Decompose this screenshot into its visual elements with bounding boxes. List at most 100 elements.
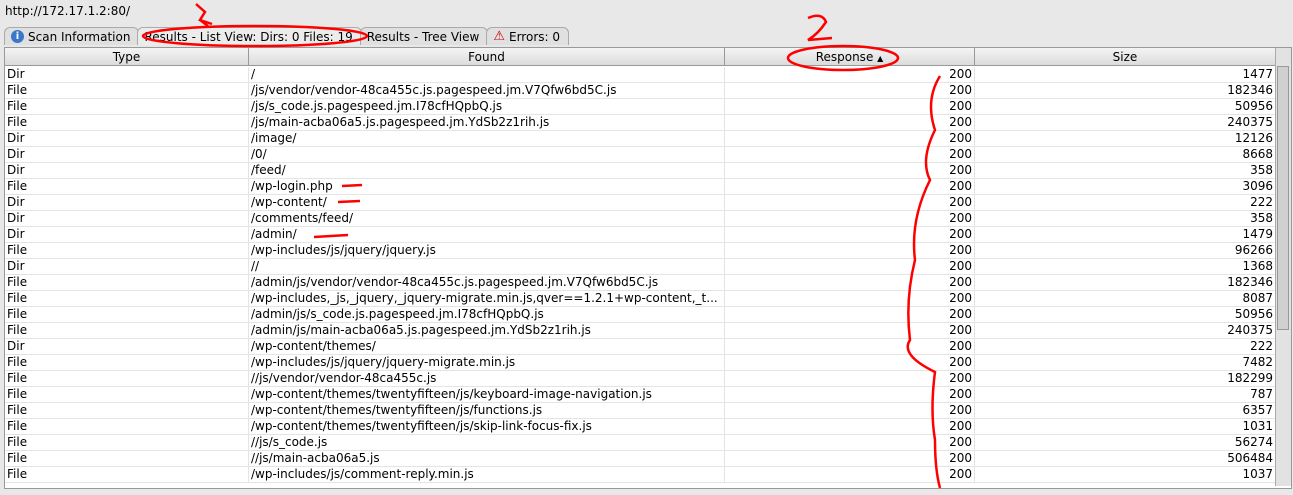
table-row[interactable]: File//js/s_code.js 200 56274 [5, 435, 1276, 451]
cell-size: 240375 [975, 115, 1276, 131]
cell-type: Dir [5, 163, 249, 179]
cell-size: 3096 [975, 179, 1276, 195]
column-header-type[interactable]: Type [5, 48, 249, 66]
cell-response: 200 [725, 243, 975, 259]
cell-size: 96266 [975, 243, 1276, 259]
tab-scan-information[interactable]: i Scan Information [4, 27, 140, 45]
cell-type: File [5, 355, 249, 371]
cell-response: 200 [725, 99, 975, 115]
sort-ascending-icon: ▲ [877, 54, 884, 63]
cell-response: 200 [725, 211, 975, 227]
table-row[interactable]: File/wp-includes/js/comment-reply.min.js… [5, 467, 1276, 483]
cell-found: // [249, 259, 725, 275]
table-row[interactable]: File/wp-content/themes/twentyfifteen/js/… [5, 403, 1276, 419]
cell-response: 200 [725, 435, 975, 451]
cell-response: 200 [725, 259, 975, 275]
cell-found: /wp-content/themes/twentyfifteen/js/keyb… [249, 387, 725, 403]
cell-size: 50956 [975, 99, 1276, 115]
cell-response: 200 [725, 163, 975, 179]
tab-label: Scan Information [28, 29, 131, 44]
cell-found: /wp-content/themes/ [249, 339, 725, 355]
cell-type: Dir [5, 339, 249, 355]
cell-size: 182299 [975, 371, 1276, 387]
table-row[interactable]: File/admin/js/main-acba06a5.js.pagespeed… [5, 323, 1276, 339]
cell-found: /wp-includes/js/comment-reply.min.js [249, 467, 725, 483]
annotation-number-2 [807, 14, 833, 42]
cell-found: //js/s_code.js [249, 435, 725, 451]
cell-found: /wp-content/ [249, 195, 725, 211]
column-header-response[interactable]: Response ▲ [725, 48, 975, 66]
vertical-scrollbar[interactable] [1275, 48, 1291, 486]
tab-results-tree-view[interactable]: Results - Tree View [359, 27, 489, 45]
table-row[interactable]: File/wp-content/themes/twentyfifteen/js/… [5, 419, 1276, 435]
cell-size: 787 [975, 387, 1276, 403]
cell-type: Dir [5, 227, 249, 243]
column-header-found[interactable]: Found [249, 48, 725, 66]
warning-icon: ⚠ [493, 29, 505, 44]
table-row[interactable]: File/wp-includes,_js,_jquery,_jquery-mig… [5, 291, 1276, 307]
cell-response: 200 [725, 67, 975, 83]
cell-found: /wp-includes/js/jquery/jquery-migrate.mi… [249, 355, 725, 371]
table-row[interactable]: File/admin/js/vendor/vendor-48ca455c.js.… [5, 275, 1276, 291]
cell-response: 200 [725, 179, 975, 195]
cell-size: 506484 [975, 451, 1276, 467]
scrollbar-thumb[interactable] [1277, 66, 1289, 330]
cell-size: 8087 [975, 291, 1276, 307]
cell-found: //js/vendor/vendor-48ca455c.js [249, 371, 725, 387]
cell-response: 200 [725, 403, 975, 419]
cell-size: 7482 [975, 355, 1276, 371]
cell-type: Dir [5, 195, 249, 211]
column-label: Response [815, 50, 874, 64]
cell-type: File [5, 115, 249, 131]
cell-size: 1477 [975, 67, 1276, 83]
cell-size: 358 [975, 163, 1276, 179]
cell-size: 50956 [975, 307, 1276, 323]
table-row[interactable]: Dir//200 1368 [5, 259, 1276, 275]
cell-found: /wp-content/themes/twentyfifteen/js/skip… [249, 419, 725, 435]
cell-type: File [5, 179, 249, 195]
table-row[interactable]: File/wp-includes/js/jquery/jquery-migrat… [5, 355, 1276, 371]
cell-found: //js/main-acba06a5.js [249, 451, 725, 467]
target-url: http://172.17.1.2:80/ [5, 4, 131, 18]
cell-size: 56274 [975, 435, 1276, 451]
table-row[interactable]: File/js/main-acba06a5.js.pagespeed.jm.Yd… [5, 115, 1276, 131]
table-row[interactable]: File//js/vendor/vendor-48ca455c.js 200 182… [5, 371, 1276, 387]
cell-size: 240375 [975, 323, 1276, 339]
table-row[interactable]: File/admin/js/s_code.js.pagespeed.jm.I78… [5, 307, 1276, 323]
table-row[interactable]: Dir/comments/feed/200 358 [5, 211, 1276, 227]
table-row[interactable]: Dir/feed/200 358 [5, 163, 1276, 179]
cell-type: File [5, 243, 249, 259]
table-row[interactable]: File//js/main-acba06a5.js 200 506484 [5, 451, 1276, 467]
table-row[interactable]: File/js/s_code.js.pagespeed.jm.I78cfHQpb… [5, 99, 1276, 115]
cell-response: 200 [725, 339, 975, 355]
table-row[interactable]: Dir/wp-content/themes/200 222 [5, 339, 1276, 355]
table-row[interactable]: Dir/0/200 8668 [5, 147, 1276, 163]
cell-type: File [5, 371, 249, 387]
column-header-size[interactable]: Size [975, 48, 1276, 66]
table-row[interactable]: Dir/wp-content/200 222 [5, 195, 1276, 211]
cell-type: File [5, 451, 249, 467]
cell-type: Dir [5, 147, 249, 163]
cell-size: 1479 [975, 227, 1276, 243]
cell-found: /wp-includes/js/jquery/jquery.js [249, 243, 725, 259]
cell-size: 8668 [975, 147, 1276, 163]
table-row[interactable]: File/wp-content/themes/twentyfifteen/js/… [5, 387, 1276, 403]
tab-errors[interactable]: ⚠ Errors: 0 [486, 27, 569, 45]
cell-response: 200 [725, 291, 975, 307]
table-row[interactable]: Dir/200 1477 [5, 67, 1276, 83]
table-row[interactable]: File/wp-login.php 200 3096 [5, 179, 1276, 195]
table-row[interactable]: File/wp-includes/js/jquery/jquery.js 200 9… [5, 243, 1276, 259]
cell-response: 200 [725, 275, 975, 291]
cell-size: 1368 [975, 259, 1276, 275]
table-row[interactable]: File/js/vendor/vendor-48ca455c.js.pagesp… [5, 83, 1276, 99]
table-row[interactable]: Dir/admin/200 1479 [5, 227, 1276, 243]
cell-response: 200 [725, 371, 975, 387]
cell-response: 200 [725, 83, 975, 99]
cell-found: /comments/feed/ [249, 211, 725, 227]
cell-response: 200 [725, 355, 975, 371]
cell-size: 222 [975, 339, 1276, 355]
tab-results-list-view[interactable]: Results - List View: Dirs: 0 Files: 19 [137, 27, 362, 45]
table-row[interactable]: Dir/image/200 12126 [5, 131, 1276, 147]
cell-response: 200 [725, 323, 975, 339]
cell-found: /admin/js/main-acba06a5.js.pagespeed.jm.… [249, 323, 725, 339]
